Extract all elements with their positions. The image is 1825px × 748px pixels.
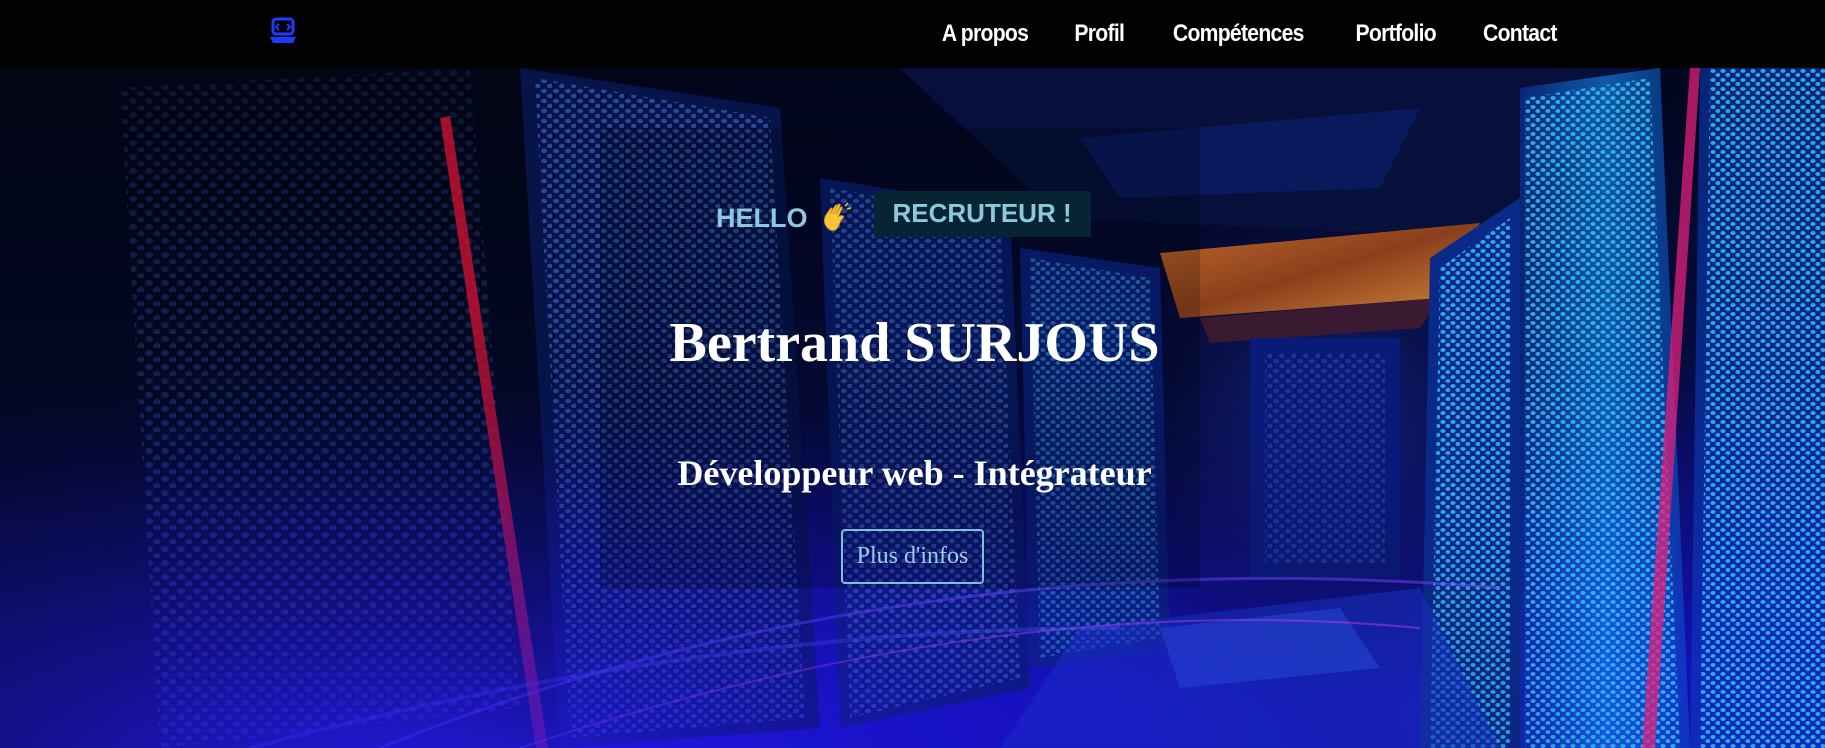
nav-link-contact[interactable]: Contact (1483, 20, 1557, 48)
more-info-button[interactable]: Plus d'infos (841, 529, 984, 584)
main-nav: A propos Profil Compétences Portfolio Co… (936, 0, 1562, 68)
hero-name: Bertrand SURJOUS (669, 312, 1160, 374)
nav-link-a-propos[interactable]: A propos (942, 20, 1029, 48)
hello-text: HELLO (716, 202, 808, 233)
nav-link-profil[interactable]: Profil (1074, 20, 1124, 48)
nav-link-portfolio[interactable]: Portfolio (1355, 20, 1436, 48)
top-navbar: A propos Profil Compétences Portfolio Co… (0, 0, 1825, 68)
hello-row: HELLO RECRUTEUR ! (716, 189, 1091, 239)
server-room-background (0, 68, 1825, 748)
hero-section: HELLO RECRUTEUR ! Bertrand SURJOUS Dével… (0, 68, 1825, 748)
waving-hand-icon (823, 202, 851, 231)
nav-link-competences[interactable]: Compétences (1173, 20, 1304, 48)
hero-subtitle: Développeur web - Intégrateur (677, 453, 1152, 493)
recruiter-badge: RECRUTEUR ! (873, 191, 1091, 237)
laptop-code-icon[interactable] (268, 16, 298, 46)
